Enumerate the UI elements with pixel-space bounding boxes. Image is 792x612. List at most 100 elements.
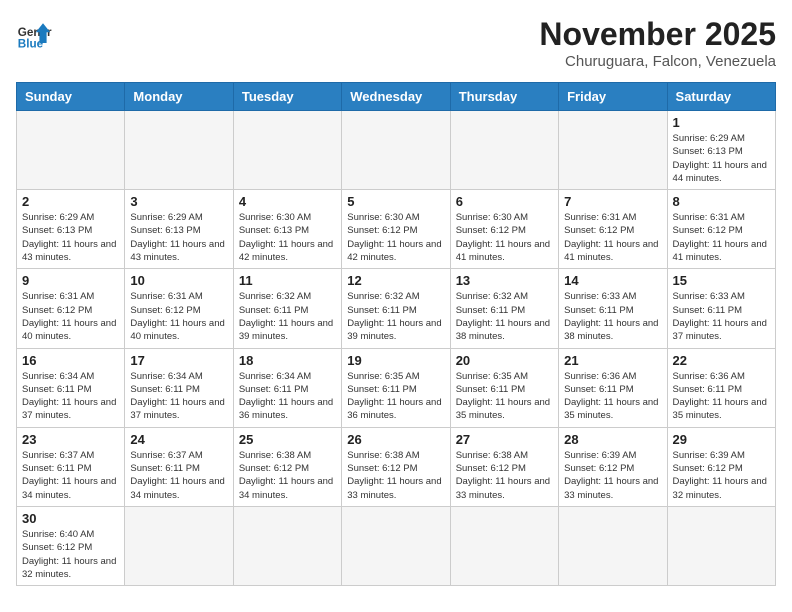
calendar-cell [125, 506, 233, 585]
day-number: 11 [239, 273, 336, 288]
day-info: Sunrise: 6:39 AM Sunset: 6:12 PM Dayligh… [564, 449, 661, 502]
calendar-cell: 29 Sunrise: 6:39 AM Sunset: 6:12 PM Dayli… [667, 427, 775, 506]
title-block: November 2025 Churuguara, Falcon, Venezu… [539, 16, 776, 70]
day-number: 19 [347, 353, 444, 368]
location-subtitle: Churuguara, Falcon, Venezuela [539, 53, 776, 70]
calendar-week-row: 16 Sunrise: 6:34 AM Sunset: 6:11 PM Dayli… [17, 348, 776, 427]
day-info: Sunrise: 6:31 AM Sunset: 6:12 PM Dayligh… [564, 211, 661, 264]
calendar-cell [233, 111, 341, 190]
calendar-header-wednesday: Wednesday [342, 83, 450, 111]
day-info: Sunrise: 6:38 AM Sunset: 6:12 PM Dayligh… [456, 449, 553, 502]
calendar-cell: 9 Sunrise: 6:31 AM Sunset: 6:12 PM Daylig… [17, 269, 125, 348]
day-number: 1 [673, 115, 770, 130]
calendar-cell [125, 111, 233, 190]
calendar-cell [450, 506, 558, 585]
calendar-cell: 1 Sunrise: 6:29 AM Sunset: 6:13 PM Daylig… [667, 111, 775, 190]
calendar-cell [233, 506, 341, 585]
calendar-cell: 8Sunrise: 6:31 AM Sunset: 6:12 PM Daylig… [667, 190, 775, 269]
day-number: 21 [564, 353, 661, 368]
calendar-cell: 26 Sunrise: 6:38 AM Sunset: 6:12 PM Dayli… [342, 427, 450, 506]
calendar-cell [667, 506, 775, 585]
day-number: 29 [673, 432, 770, 447]
calendar-cell: 15Sunrise: 6:33 AM Sunset: 6:11 PM Dayli… [667, 269, 775, 348]
calendar-cell: 23Sunrise: 6:37 AM Sunset: 6:11 PM Dayli… [17, 427, 125, 506]
day-number: 24 [130, 432, 227, 447]
calendar-cell: 3 Sunrise: 6:29 AM Sunset: 6:13 PM Daylig… [125, 190, 233, 269]
calendar-week-row: 23 Sunrise: 6:37 AM Sunset: 6:11 PM Dayli… [17, 427, 776, 506]
calendar-header-sunday: Sunday [17, 83, 125, 111]
calendar-header-friday: Friday [559, 83, 667, 111]
day-number: 27 [456, 432, 553, 447]
day-number: 6 [456, 194, 553, 209]
logo: General Blue [16, 16, 52, 52]
calendar-cell: 5Sunrise: 6:30 AM Sunset: 6:12 PM Daylig… [342, 190, 450, 269]
day-number: 17 [130, 353, 227, 368]
calendar-week-row: 30Sunrise: 6:40 AM Sunset: 6:12 PM Dayli… [17, 506, 776, 585]
calendar-week-row: 1 Sunrise: 6:29 AM Sunset: 6:13 PM Daylig… [17, 111, 776, 190]
calendar-header-saturday: Saturday [667, 83, 775, 111]
logo-icon: General Blue [16, 16, 52, 52]
day-info: Sunrise: 6:31 AM Sunset: 6:12 PM Dayligh… [22, 290, 119, 343]
calendar-cell: 18Sunrise: 6:34 AM Sunset: 6:11 PM Dayli… [233, 348, 341, 427]
day-number: 25 [239, 432, 336, 447]
calendar-cell [17, 111, 125, 190]
calendar-header-monday: Monday [125, 83, 233, 111]
day-number: 30 [22, 511, 119, 526]
day-number: 9 [22, 273, 119, 288]
calendar-cell: 12 Sunrise: 6:32 AM Sunset: 6:11 PM Dayli… [342, 269, 450, 348]
day-info: Sunrise: 6:29 AM Sunset: 6:13 PM Dayligh… [22, 211, 119, 264]
day-info: Sunrise: 6:32 AM Sunset: 6:11 PM Dayligh… [347, 290, 444, 343]
calendar-cell [342, 506, 450, 585]
day-info: Sunrise: 6:29 AM Sunset: 6:13 PM Dayligh… [130, 211, 227, 264]
day-info: Sunrise: 6:31 AM Sunset: 6:12 PM Dayligh… [130, 290, 227, 343]
calendar-cell: 27 Sunrise: 6:38 AM Sunset: 6:12 PM Dayli… [450, 427, 558, 506]
calendar-cell: 4Sunrise: 6:30 AM Sunset: 6:13 PM Daylig… [233, 190, 341, 269]
calendar-cell: 21Sunrise: 6:36 AM Sunset: 6:11 PM Dayli… [559, 348, 667, 427]
day-info: Sunrise: 6:38 AM Sunset: 6:12 PM Dayligh… [347, 449, 444, 502]
day-info: Sunrise: 6:32 AM Sunset: 6:11 PM Dayligh… [239, 290, 336, 343]
day-number: 16 [22, 353, 119, 368]
calendar-table: SundayMondayTuesdayWednesdayThursdayFrid… [16, 82, 776, 586]
day-number: 22 [673, 353, 770, 368]
day-number: 10 [130, 273, 227, 288]
calendar-cell: 28Sunrise: 6:39 AM Sunset: 6:12 PM Dayli… [559, 427, 667, 506]
day-info: Sunrise: 6:30 AM Sunset: 6:12 PM Dayligh… [456, 211, 553, 264]
calendar-cell [559, 506, 667, 585]
calendar-cell [450, 111, 558, 190]
calendar-week-row: 2 Sunrise: 6:29 AM Sunset: 6:13 PM Daylig… [17, 190, 776, 269]
day-number: 13 [456, 273, 553, 288]
day-info: Sunrise: 6:37 AM Sunset: 6:11 PM Dayligh… [130, 449, 227, 502]
day-info: Sunrise: 6:33 AM Sunset: 6:11 PM Dayligh… [673, 290, 770, 343]
day-number: 3 [130, 194, 227, 209]
day-number: 12 [347, 273, 444, 288]
calendar-header-thursday: Thursday [450, 83, 558, 111]
calendar-cell: 20Sunrise: 6:35 AM Sunset: 6:11 PM Dayli… [450, 348, 558, 427]
day-number: 18 [239, 353, 336, 368]
calendar-cell: 10 Sunrise: 6:31 AM Sunset: 6:12 PM Dayli… [125, 269, 233, 348]
page-header: General Blue November 2025 Churuguara, F… [16, 16, 776, 70]
calendar-cell: 11 Sunrise: 6:32 AM Sunset: 6:11 PM Dayli… [233, 269, 341, 348]
day-info: Sunrise: 6:35 AM Sunset: 6:11 PM Dayligh… [456, 370, 553, 423]
calendar-header-tuesday: Tuesday [233, 83, 341, 111]
day-number: 23 [22, 432, 119, 447]
day-info: Sunrise: 6:34 AM Sunset: 6:11 PM Dayligh… [22, 370, 119, 423]
day-info: Sunrise: 6:39 AM Sunset: 6:12 PM Dayligh… [673, 449, 770, 502]
calendar-cell: 19 Sunrise: 6:35 AM Sunset: 6:11 PM Dayli… [342, 348, 450, 427]
day-info: Sunrise: 6:33 AM Sunset: 6:11 PM Dayligh… [564, 290, 661, 343]
day-info: Sunrise: 6:30 AM Sunset: 6:12 PM Dayligh… [347, 211, 444, 264]
calendar-cell: 17Sunrise: 6:34 AM Sunset: 6:11 PM Dayli… [125, 348, 233, 427]
day-info: Sunrise: 6:29 AM Sunset: 6:13 PM Dayligh… [673, 132, 770, 185]
day-number: 26 [347, 432, 444, 447]
calendar-cell: 22Sunrise: 6:36 AM Sunset: 6:11 PM Dayli… [667, 348, 775, 427]
day-info: Sunrise: 6:38 AM Sunset: 6:12 PM Dayligh… [239, 449, 336, 502]
day-number: 8 [673, 194, 770, 209]
calendar-cell: 2 Sunrise: 6:29 AM Sunset: 6:13 PM Daylig… [17, 190, 125, 269]
day-number: 7 [564, 194, 661, 209]
calendar-cell: 16 Sunrise: 6:34 AM Sunset: 6:11 PM Dayli… [17, 348, 125, 427]
calendar-cell: 13Sunrise: 6:32 AM Sunset: 6:11 PM Dayli… [450, 269, 558, 348]
calendar-cell: 30Sunrise: 6:40 AM Sunset: 6:12 PM Dayli… [17, 506, 125, 585]
day-info: Sunrise: 6:35 AM Sunset: 6:11 PM Dayligh… [347, 370, 444, 423]
month-title: November 2025 [539, 16, 776, 53]
day-number: 4 [239, 194, 336, 209]
day-number: 2 [22, 194, 119, 209]
